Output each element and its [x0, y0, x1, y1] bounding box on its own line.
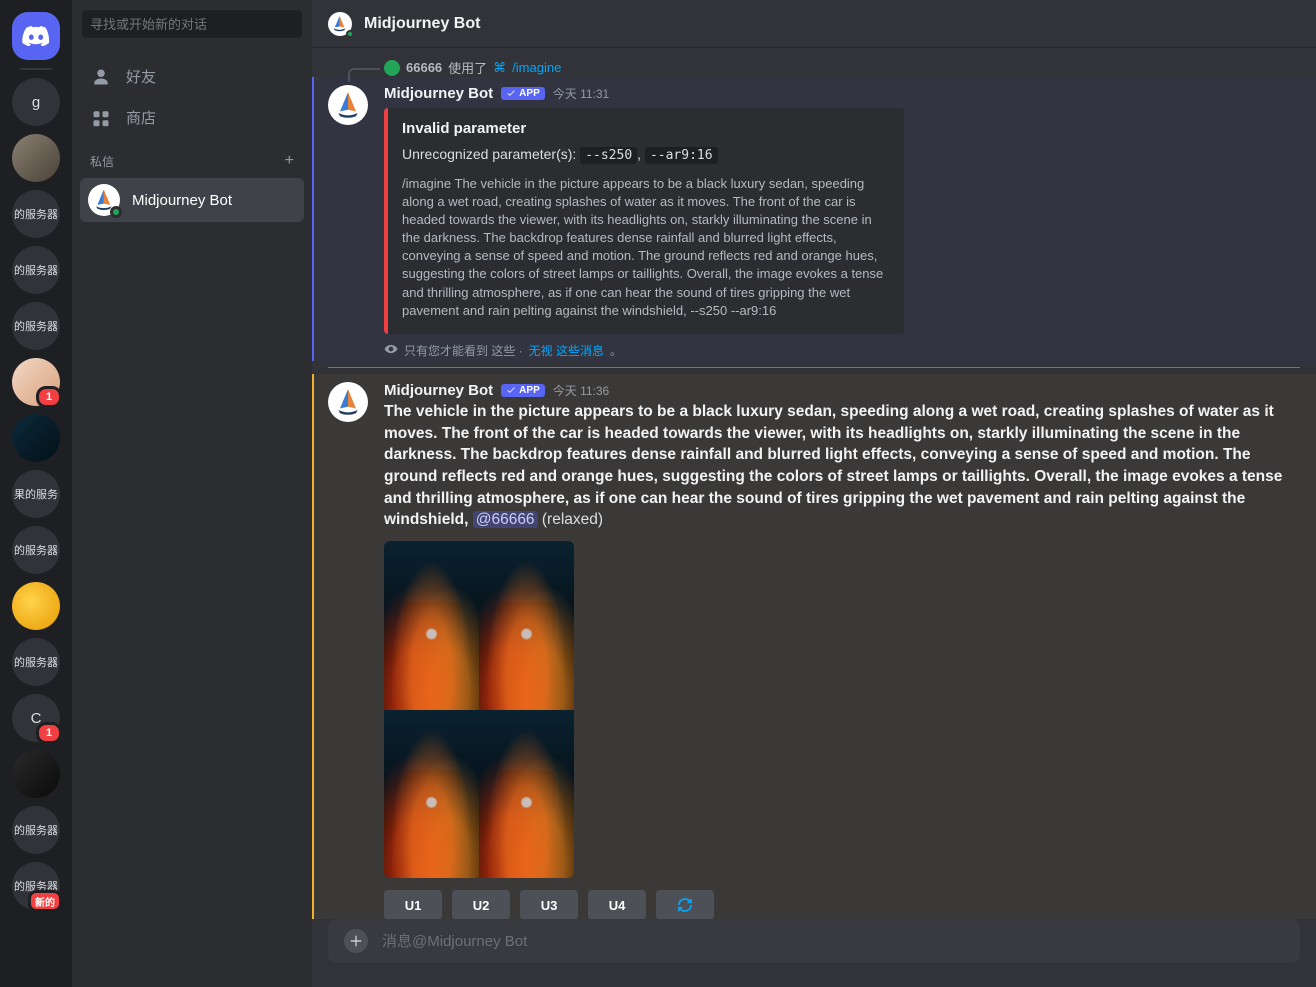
- app-badge: APP: [501, 87, 545, 100]
- reply-used: 使用了: [448, 58, 487, 77]
- command-icon: ⌘: [493, 60, 506, 76]
- u1-button[interactable]: U1: [384, 890, 442, 919]
- dm-item-midjourney[interactable]: Midjourney Bot: [80, 178, 304, 222]
- server-c[interactable]: C1: [12, 694, 60, 742]
- message-result: Midjourney Bot APP 今天 11:36 The vehicle …: [312, 374, 1316, 919]
- image-cell: [384, 541, 479, 710]
- u2-button[interactable]: U2: [452, 890, 510, 919]
- reply-user: 66666: [406, 60, 442, 75]
- generated-image-grid[interactable]: [384, 541, 574, 878]
- message-ephemeral-error: Midjourney Bot APP 今天 11:31 Invalid para…: [312, 77, 1316, 361]
- relaxed-suffix: (relaxed): [538, 511, 603, 528]
- server-gold[interactable]: [12, 582, 60, 630]
- prompt-text: The vehicle in the picture appears to be…: [384, 401, 1300, 531]
- chat-title: Midjourney Bot: [364, 15, 480, 33]
- online-status-icon: [110, 206, 122, 218]
- message-author[interactable]: Midjourney Bot: [384, 85, 493, 102]
- chat-main: Midjourney Bot 66666 使用了 ⌘ /imagine Midj…: [312, 0, 1316, 987]
- server-separator: [20, 68, 52, 70]
- reroll-button[interactable]: [656, 890, 714, 919]
- server-elephant[interactable]: [12, 134, 60, 182]
- avatar: [88, 184, 120, 216]
- reply-command: /imagine: [512, 60, 561, 75]
- store-nav[interactable]: 商店: [80, 97, 304, 138]
- embed-smalltext: /imagine The vehicle in the picture appe…: [402, 175, 888, 321]
- ephemeral-note: 只有您才能看到 这些 · 无视 这些消息。: [384, 342, 1300, 359]
- server-generic[interactable]: 的服务器: [12, 526, 60, 574]
- new-message-divider: [328, 367, 1300, 368]
- friends-nav[interactable]: 好友: [80, 56, 304, 97]
- dismiss-link[interactable]: 无视 这些消息: [529, 342, 604, 359]
- avatar: [328, 12, 352, 36]
- upscale-row: U1 U2 U3 U4: [384, 890, 1300, 919]
- reply-context[interactable]: 66666 使用了 ⌘ /imagine: [312, 58, 1316, 77]
- server-tech[interactable]: [12, 414, 60, 462]
- server-anime[interactable]: 1: [12, 358, 60, 406]
- app-badge: APP: [501, 384, 545, 397]
- store-label: 商店: [126, 107, 156, 128]
- messages-container: 66666 使用了 ⌘ /imagine Midjourney Bot APP …: [312, 48, 1316, 919]
- search-box[interactable]: [82, 10, 302, 38]
- avatar[interactable]: [328, 85, 368, 125]
- dm-nav: 好友 商店: [72, 48, 312, 138]
- server-generic[interactable]: 的服务器: [12, 638, 60, 686]
- embed-title: Invalid parameter: [402, 120, 888, 137]
- param-code: --s250: [580, 147, 637, 164]
- search-input[interactable]: [90, 17, 294, 32]
- image-cell: [384, 710, 479, 879]
- avatar[interactable]: [328, 382, 368, 422]
- image-cell: [479, 710, 574, 879]
- image-cell: [479, 541, 574, 710]
- server-generic[interactable]: 的服务器: [12, 190, 60, 238]
- dm-name: Midjourney Bot: [132, 192, 232, 209]
- server-generic[interactable]: 的服务器: [12, 302, 60, 350]
- u4-button[interactable]: U4: [588, 890, 646, 919]
- error-embed: Invalid parameter Unrecognized parameter…: [384, 108, 904, 334]
- store-icon: [90, 109, 112, 127]
- eye-icon: [384, 342, 398, 359]
- server-generic[interactable]: 的服务器: [12, 246, 60, 294]
- user-mention[interactable]: @66666: [473, 511, 538, 528]
- create-dm-button[interactable]: +: [285, 152, 294, 170]
- message-composer[interactable]: [328, 919, 1300, 963]
- discord-home-icon[interactable]: [12, 12, 60, 60]
- u3-button[interactable]: U3: [520, 890, 578, 919]
- friends-icon: [90, 68, 112, 86]
- online-status-icon: [346, 30, 354, 38]
- chat-header: Midjourney Bot: [312, 0, 1316, 48]
- message-author[interactable]: Midjourney Bot: [384, 382, 493, 399]
- server-dark[interactable]: [12, 750, 60, 798]
- reply-avatar: [384, 60, 400, 76]
- dm-section-header: 私信 +: [72, 138, 312, 176]
- attach-button[interactable]: [344, 929, 368, 953]
- embed-description: Unrecognized parameter(s): --s250, --ar9…: [402, 145, 888, 165]
- server-generic[interactable]: 果的服务: [12, 470, 60, 518]
- friends-label: 好友: [126, 66, 156, 87]
- message-input[interactable]: [382, 933, 1284, 950]
- message-timestamp: 今天 11:36: [553, 382, 609, 399]
- server-generic[interactable]: 的服务器: [12, 806, 60, 854]
- param-code: --ar9:16: [645, 147, 718, 164]
- dm-section-label: 私信: [90, 153, 114, 170]
- server-g[interactable]: g: [12, 78, 60, 126]
- server-list: g 的服务器 的服务器 的服务器 1 果的服务 的服务器 的服务器 C1 的服务…: [0, 0, 72, 987]
- server-generic[interactable]: 的服务器新的: [12, 862, 60, 910]
- dm-sidebar: 好友 商店 私信 + Midjourney Bot: [72, 0, 312, 987]
- message-timestamp: 今天 11:31: [553, 85, 609, 102]
